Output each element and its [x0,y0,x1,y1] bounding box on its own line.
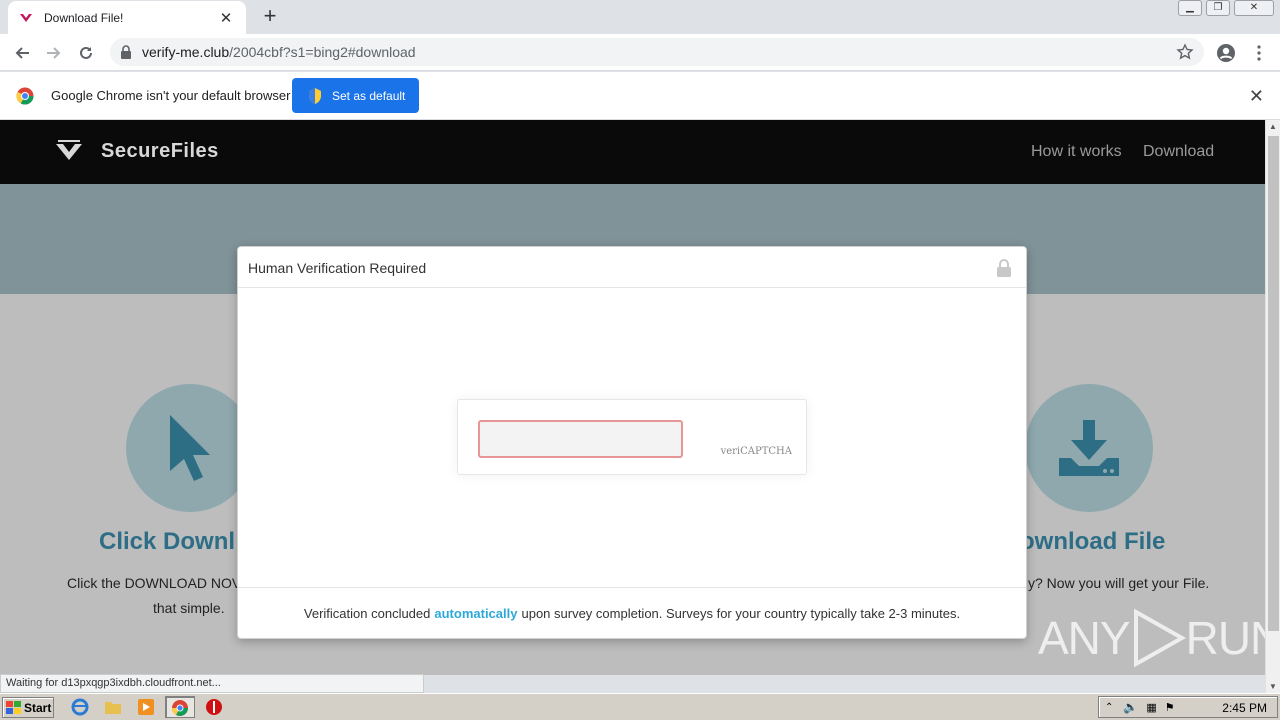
back-arrow-icon [15,47,29,59]
site-navbar: SecureFiles How it works Download [0,120,1265,184]
modal-title: Human Verification Required [248,260,427,276]
captcha-brand-label: veriCAPTCHA [720,446,792,457]
stop-icon[interactable] [205,698,223,716]
back-button[interactable] [10,41,34,65]
modal-body: veriCAPTCHA [238,288,1026,587]
watermark-left: ANY [1038,612,1131,664]
close-window-icon[interactable]: ✕ [1234,0,1274,16]
play-triangle-icon [1133,608,1186,668]
reload-button[interactable] [74,41,98,65]
volume-icon[interactable]: 🔈 [1123,700,1138,714]
infobar-close-icon[interactable]: ✕ [1249,86,1264,107]
cursor-icon [170,415,210,481]
site-brand: SecureFiles [101,140,219,162]
url-text: verify-me.club/2004cbf?s1=bing2#download [142,44,416,60]
tray-expand-icon[interactable]: ⌃ [1105,702,1113,713]
bookmark-star-icon[interactable] [1176,43,1194,61]
modal-footer: Verification concluded automatically upo… [238,587,1026,638]
feature-title-click-download: Click Downl [99,528,236,555]
tab-close-icon[interactable]: ✕ [216,9,236,27]
nav-download[interactable]: Download [1143,143,1214,161]
window-controls: ▁ ❐ ✕ [1178,0,1274,16]
page-viewport: SecureFiles How it works Download Click … [0,120,1265,675]
scrollbar-thumb[interactable] [1268,136,1279,631]
profile-button[interactable] [1215,42,1237,64]
footer-text-after: upon survey completion. Surveys for your… [521,605,961,621]
forward-arrow-icon [47,47,61,59]
lock-icon [121,45,131,59]
network-icon[interactable]: ▦ [1146,701,1156,714]
chrome-logo-icon [16,87,34,105]
feature-circle-download [1025,384,1153,512]
reload-icon [80,46,92,59]
address-bar[interactable]: verify-me.club/2004cbf?s1=bing2#download [110,38,1204,66]
set-default-label: Set as default [332,88,406,103]
url-host: verify-me.club [142,44,230,60]
new-tab-button[interactable]: + [258,4,282,28]
modal-header: Human Verification Required [238,247,1026,288]
start-label: Start [24,700,52,715]
folder-icon[interactable] [104,698,122,716]
ie-icon[interactable] [71,698,89,716]
padlock-icon [997,259,1011,277]
restore-icon[interactable]: ❐ [1206,0,1230,16]
url-path: /2004cbf?s1=bing2#download [229,44,416,60]
site-logo-icon [56,140,82,160]
feature-circle-click [126,384,254,512]
browser-tab[interactable]: Download File! ✕ [8,1,246,34]
taskbar-clock: 2:45 PM [1222,701,1267,715]
chrome-taskbar-icon [172,700,188,716]
feature-title-download-file: ownload File [1020,528,1166,555]
captcha-widget: veriCAPTCHA [457,399,807,475]
feature-text-download-file: y? Now you will get your File. [1028,575,1210,591]
menu-button[interactable] [1248,42,1270,64]
windows-taskbar: Start ⌃ 🔈 ▦ ⚑ 2:45 PM [0,693,1280,720]
forward-button[interactable] [42,41,66,65]
scroll-down-icon[interactable]: ▼ [1269,682,1277,691]
page-scrollbar[interactable]: ▲ ▼ [1265,120,1280,693]
account-icon [1217,44,1235,62]
captcha-input[interactable] [478,420,683,458]
start-button[interactable]: Start [2,697,54,718]
status-bubble: Waiting for d13pxqgp3ixdbh.cloudfront.ne… [0,674,424,693]
taskbar-chrome-button[interactable] [165,696,195,718]
tab-title: Download File! [44,10,124,25]
footer-highlight: automatically [434,605,518,621]
feature-text-click-download-line2: that simple. [153,600,225,616]
anyrun-watermark: ANY RUN [1038,608,1265,668]
site-favicon-icon [20,13,32,22]
action-center-flag-icon[interactable]: ⚑ [1165,701,1175,714]
watermark-right: RUN [1185,612,1265,664]
media-player-icon[interactable] [137,698,155,716]
more-vert-icon [1257,45,1261,61]
scroll-up-icon[interactable]: ▲ [1269,122,1277,131]
browser-toolbar: verify-me.club/2004cbf?s1=bing2#download [0,34,1280,71]
windows-flag-icon [6,700,21,714]
minimize-icon[interactable]: ▁ [1178,0,1202,16]
nav-how-it-works[interactable]: How it works [1031,143,1122,161]
shield-icon [309,87,321,104]
tab-strip: Download File! ✕ + ▁ ❐ ✕ [0,0,1280,34]
footer-text-before: Verification concluded [303,605,431,621]
set-default-button[interactable]: Set as default [292,78,419,113]
verification-modal: Human Verification Required veriCAPTCHA … [237,246,1027,639]
infobar-message: Google Chrome isn't your default browser [51,88,291,103]
system-tray: ⌃ 🔈 ▦ ⚑ 2:45 PM [1098,696,1278,718]
download-tray-icon [1059,420,1119,476]
default-browser-infobar: Google Chrome isn't your default browser… [0,72,1280,120]
